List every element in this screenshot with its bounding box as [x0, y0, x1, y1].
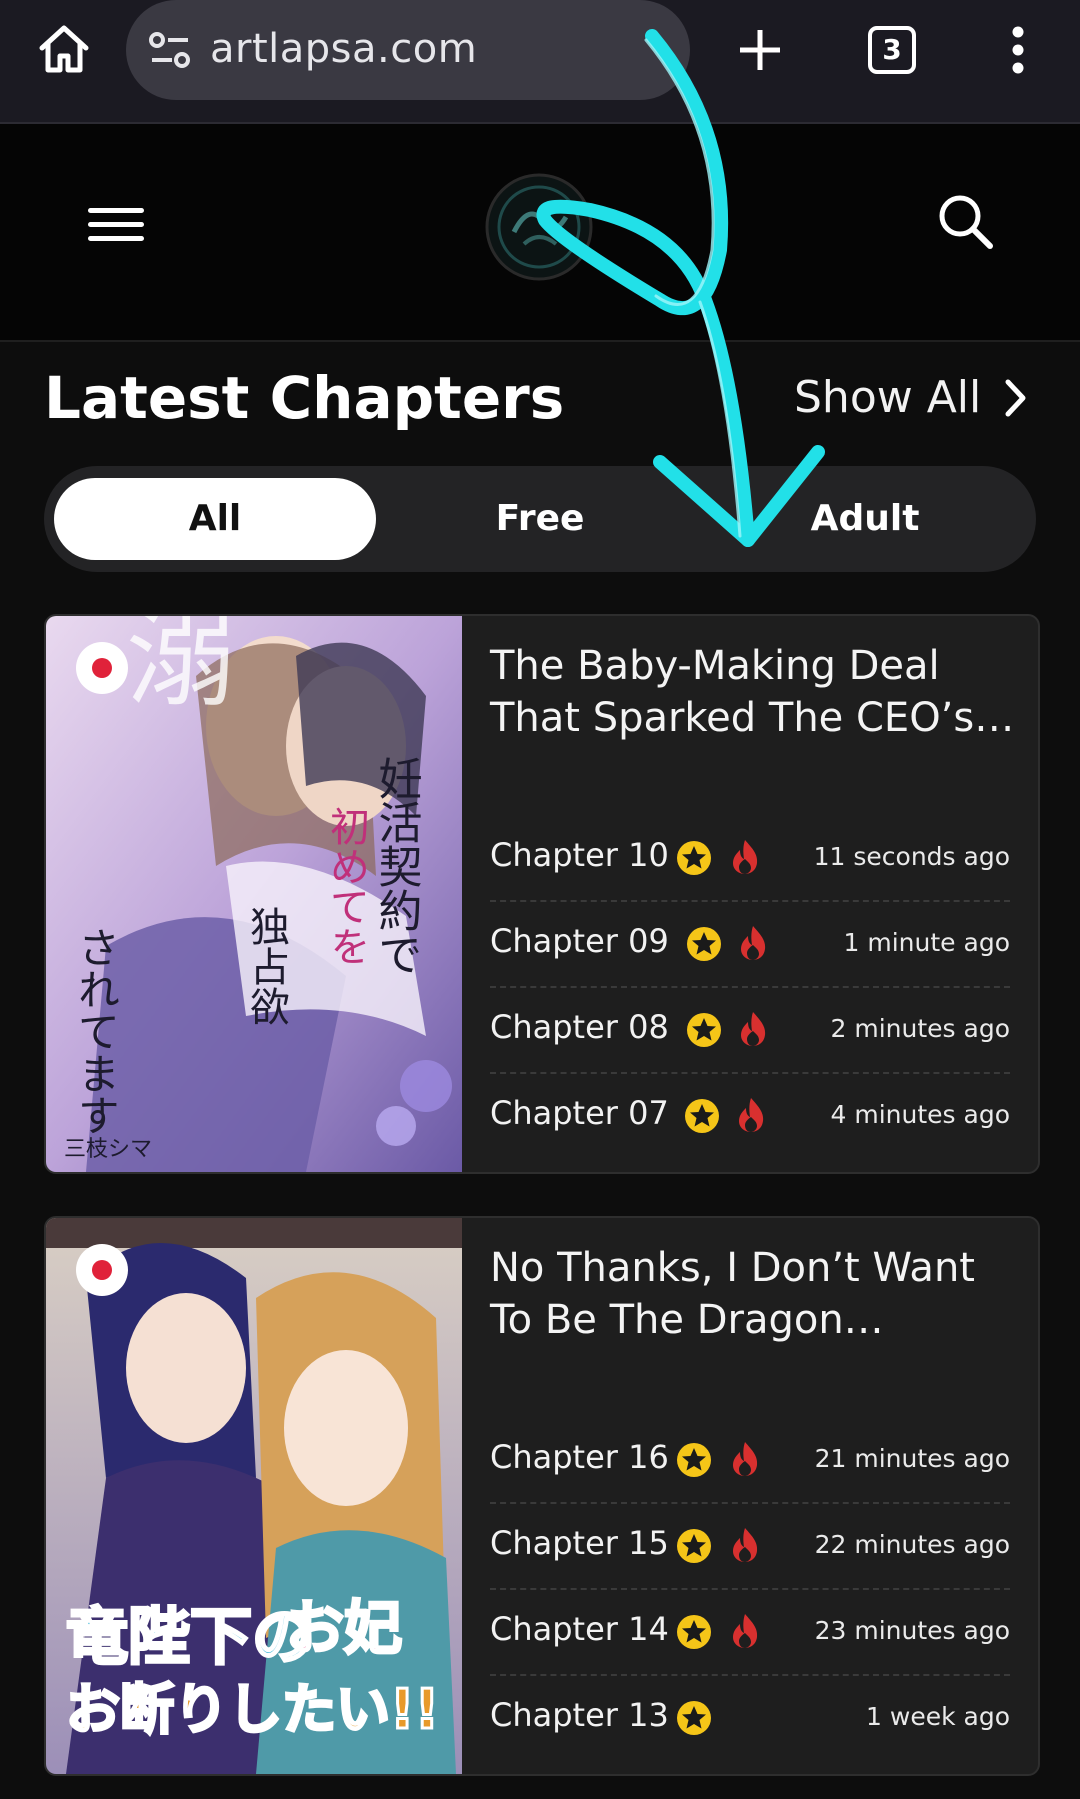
fire-icon [741, 926, 766, 960]
svg-text:お妃: お妃 [286, 1594, 402, 1662]
chapter-time: 2 minutes ago [830, 1014, 1010, 1043]
new-badge [76, 642, 128, 694]
svg-text:されてます: されてます [72, 926, 121, 1136]
chapter-time: 22 minutes ago [814, 1530, 1010, 1559]
chapter-row[interactable]: Chapter 08 2 minutes ago [490, 988, 1010, 1074]
star-icon [677, 1701, 711, 1735]
svg-text:三枝シマ: 三枝シマ [64, 1137, 152, 1162]
card-title-line: No Thanks, I Don’t Want [490, 1245, 975, 1291]
site-logo[interactable] [484, 172, 594, 282]
chapter-time: 4 minutes ago [830, 1100, 1010, 1129]
chapter-row[interactable]: Chapter 14 23 minutes ago [490, 1590, 1010, 1676]
manga-card[interactable]: 竜陛下の お妃 お断りしたい!! No Thanks, I Don’t Want… [44, 1216, 1040, 1776]
browser-toolbar: artlapsa.com 3 [0, 0, 1080, 124]
chapter-name: Chapter 14 [490, 1610, 669, 1648]
chevron-right-icon [1005, 379, 1026, 416]
star-icon [687, 927, 721, 961]
svg-text:竜陛下の: 竜陛下の [66, 1600, 314, 1673]
section-title: Latest Chapters [44, 364, 565, 432]
star-icon [677, 1529, 711, 1563]
chapter-time: 23 minutes ago [814, 1616, 1010, 1645]
star-icon [687, 1013, 721, 1047]
manga-card[interactable]: 妊活契約で 初めてを 独占欲 されてます 溺 三枝シマ The Baby-Mak… [44, 614, 1040, 1174]
svg-text:妊活契約で: 妊活契約で [371, 756, 422, 976]
plus-icon[interactable] [734, 22, 786, 78]
star-icon [677, 841, 711, 875]
search-icon[interactable] [936, 192, 996, 252]
fire-icon [733, 1614, 758, 1648]
chapter-list: Chapter 10 11 seconds ago Chapter 09 1 m… [490, 816, 1010, 1158]
svg-text:溺: 溺 [126, 616, 236, 722]
chapter-name: Chapter 08 [490, 1008, 669, 1046]
chapter-name: Chapter 16 [490, 1438, 669, 1476]
address-bar[interactable]: artlapsa.com [126, 0, 690, 100]
star-icon [677, 1615, 711, 1649]
card-title[interactable]: The Baby-Making Deal That Sparked The CE… [490, 640, 1020, 744]
filter-free[interactable]: Free [379, 478, 701, 560]
filter-all[interactable]: All [54, 478, 376, 560]
card-title-line: That Sparked The CEO’s… [490, 695, 1015, 741]
chapter-time: 1 minute ago [843, 928, 1010, 957]
chapter-time: 11 seconds ago [813, 842, 1010, 871]
svg-text:お断りしたい!!: お断りしたい!! [66, 1678, 439, 1741]
hamburger-icon[interactable] [88, 208, 144, 252]
show-all-label: Show All [794, 372, 982, 423]
more-vert-icon[interactable] [1000, 24, 1036, 80]
chapter-row[interactable]: Chapter 07 4 minutes ago [490, 1074, 1010, 1158]
url-text[interactable]: artlapsa.com [210, 26, 477, 72]
svg-text:独占欲: 独占欲 [243, 906, 290, 1026]
fire-icon [739, 1098, 764, 1132]
home-icon[interactable] [36, 22, 92, 78]
chapter-row[interactable]: Chapter 09 1 minute ago [490, 902, 1010, 988]
chapter-time: 1 week ago [866, 1702, 1010, 1731]
star-icon [685, 1099, 719, 1133]
chapter-name: Chapter 10 [490, 836, 669, 874]
show-all-link[interactable]: Show All [794, 372, 1027, 423]
tune-icon[interactable] [148, 30, 192, 70]
filter-tabs: All Free Adult [44, 466, 1036, 572]
chapter-row[interactable]: Chapter 15 22 minutes ago [490, 1504, 1010, 1590]
star-icon [677, 1443, 711, 1477]
fire-icon [741, 1012, 766, 1046]
card-title-line: The Baby-Making Deal [490, 643, 940, 689]
chapter-row[interactable]: Chapter 10 11 seconds ago [490, 816, 1010, 902]
filter-adult[interactable]: Adult [704, 478, 1026, 560]
fire-icon [733, 1442, 758, 1476]
chapter-list: Chapter 16 21 minutes ago Chapter 15 22 … [490, 1418, 1010, 1760]
chapter-row[interactable]: Chapter 13 1 week ago [490, 1676, 1010, 1760]
fire-icon [733, 1528, 758, 1562]
site-header [0, 124, 1080, 342]
svg-text:初めてを: 初めてを [323, 806, 369, 966]
cover-image[interactable]: 竜陛下の お妃 お断りしたい!! [46, 1218, 462, 1774]
tab-switcher-button[interactable]: 3 [868, 26, 916, 74]
chapter-name: Chapter 13 [490, 1696, 669, 1734]
chapter-time: 21 minutes ago [814, 1444, 1010, 1473]
fire-icon [733, 840, 758, 874]
card-title-line: To Be The Dragon… [490, 1297, 884, 1343]
cover-image[interactable]: 妊活契約で 初めてを 独占欲 されてます 溺 三枝シマ [46, 616, 462, 1172]
chapter-name: Chapter 07 [490, 1094, 669, 1132]
chapter-name: Chapter 15 [490, 1524, 669, 1562]
chapter-name: Chapter 09 [490, 922, 669, 960]
card-title[interactable]: No Thanks, I Don’t Want To Be The Dragon… [490, 1242, 1020, 1346]
new-badge [76, 1244, 128, 1296]
chapter-row[interactable]: Chapter 16 21 minutes ago [490, 1418, 1010, 1504]
